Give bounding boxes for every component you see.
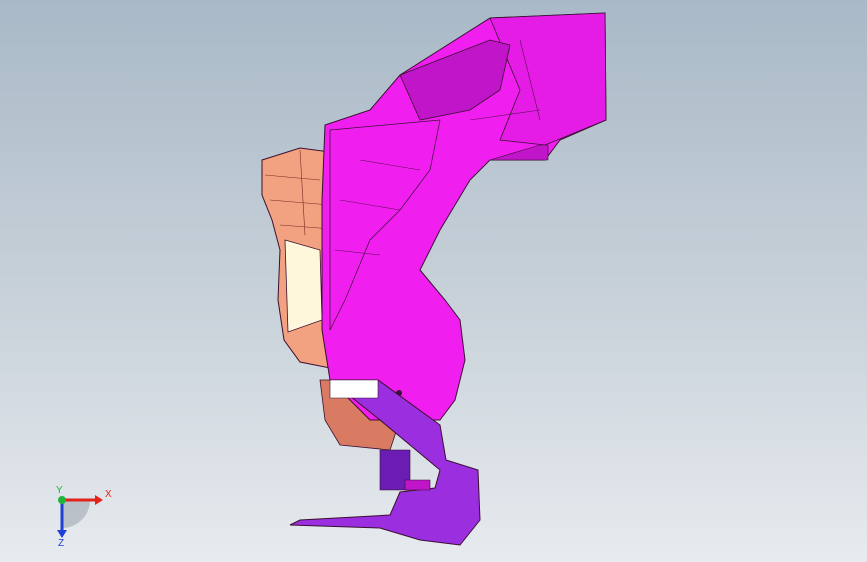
y-axis-label: Y xyxy=(56,485,63,496)
z-axis-label: Z xyxy=(58,538,64,548)
magenta-part[interactable] xyxy=(321,12,607,421)
y-axis-dot-icon xyxy=(58,496,66,504)
cad-model[interactable] xyxy=(0,0,867,562)
axis-triad: X Y Z xyxy=(56,485,112,548)
triad-plane xyxy=(62,500,90,528)
x-axis-arrow-icon xyxy=(95,495,103,505)
z-axis-arrow-icon xyxy=(57,530,67,538)
x-axis-label: X xyxy=(105,489,112,500)
cad-viewport[interactable]: X Y Z xyxy=(0,0,867,562)
